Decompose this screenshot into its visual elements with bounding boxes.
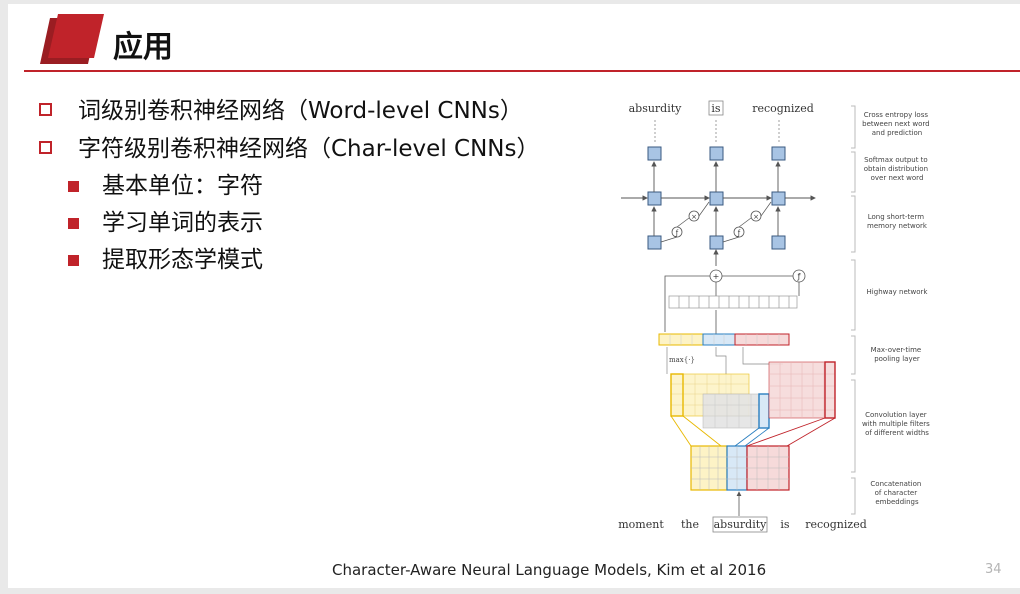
sub-bullet-representation: 学习单词的表示: [38, 205, 539, 242]
conv-feature-map-gray: [702, 393, 770, 429]
bullet-text: 字符级别卷积神经网络（Char-level CNNs）: [78, 136, 540, 162]
bullet-box-icon: [39, 141, 52, 154]
lstm-node-2: [709, 191, 724, 206]
bullet-box-icon: [39, 103, 52, 116]
layer-label-highway: Highway network: [867, 288, 929, 296]
lstm-input-node-2: [709, 235, 724, 250]
page-number: 34: [985, 562, 1002, 577]
bottom-word-is: is: [780, 518, 790, 531]
bullet-square-icon: [68, 181, 79, 192]
bottom-word-moment: moment: [618, 518, 664, 531]
title-logo-icon: [40, 14, 104, 64]
slide-title: 应用: [113, 30, 173, 65]
softmax-node-1: [647, 146, 662, 161]
svg-text:ƒ: ƒ: [737, 229, 741, 237]
lstm-node-1: [647, 191, 662, 206]
sub-bullet-text: 基本单位：字符: [102, 173, 263, 199]
layer-label-pooling: Max-over-time pooling layer: [871, 346, 924, 363]
bottom-word-recognized: recognized: [805, 518, 867, 531]
bullet-square-icon: [68, 255, 79, 266]
top-word-recognized: recognized: [752, 102, 814, 115]
bullet-word-level: 词级别卷积神经网络（Word-level CNNs）: [38, 92, 539, 130]
layer-separators: [851, 105, 856, 515]
bullet-square-icon: [68, 218, 79, 229]
lstm-input-node-3: [771, 235, 786, 250]
layer-label-lstm: Long short-term memory network: [867, 213, 928, 230]
layer-label-loss: Cross entropy loss between next word and…: [862, 111, 932, 137]
bullet-list: 词级别卷积神经网络（Word-level CNNs） 字符级别卷积神经网络（Ch…: [38, 92, 539, 279]
lstm-input-node-1: [647, 235, 662, 250]
bottom-word-the: the: [681, 518, 699, 531]
lstm-node-3: [771, 191, 786, 206]
layer-label-softmax: Softmax output to obtain distribution ov…: [864, 156, 931, 182]
sub-bullet-text: 提取形态学模式: [102, 247, 263, 273]
bottom-word-absurdity: absurdity: [714, 518, 768, 531]
bullet-char-level: 字符级别卷积神经网络（Char-level CNNs）: [38, 130, 539, 168]
bullet-text: 词级别卷积神经网络（Word-level CNNs）: [78, 98, 523, 124]
char-cnn-architecture-diagram: Cross entropy loss between next word and…: [618, 100, 932, 533]
svg-text:ƒ: ƒ: [675, 229, 679, 237]
max-pooling-vector: [658, 333, 790, 346]
softmax-node-2: [709, 146, 724, 161]
figure-caption: Character-Aware Neural Language Models, …: [332, 561, 767, 579]
top-word-absurdity: absurdity: [629, 102, 683, 115]
sub-bullet-text: 学习单词的表示: [102, 210, 263, 236]
svg-text:×: ×: [753, 213, 759, 221]
sub-bullet-unit: 基本单位：字符: [38, 168, 539, 205]
highway-layer-cells: [668, 295, 798, 309]
top-word-is: is: [711, 102, 721, 115]
svg-text:+: +: [713, 272, 720, 281]
sub-bullet-morphology: 提取形态学模式: [38, 242, 539, 279]
char-embedding-matrix: [690, 445, 790, 491]
conv-feature-map-red: [768, 361, 836, 419]
softmax-node-3: [771, 146, 786, 161]
layer-label-convolution: Convolution layer with multiple filters …: [862, 411, 932, 437]
max-label: max{·}: [669, 356, 695, 364]
svg-text:×: ×: [691, 213, 697, 221]
title-divider: [24, 70, 1020, 72]
svg-text:ƒ: ƒ: [797, 272, 801, 281]
slide: 应用 词级别卷积神经网络（Word-level CNNs） 字符级别卷积神经网络…: [8, 4, 1020, 588]
layer-label-embeddings: Concatenation of character embeddings: [870, 480, 923, 506]
